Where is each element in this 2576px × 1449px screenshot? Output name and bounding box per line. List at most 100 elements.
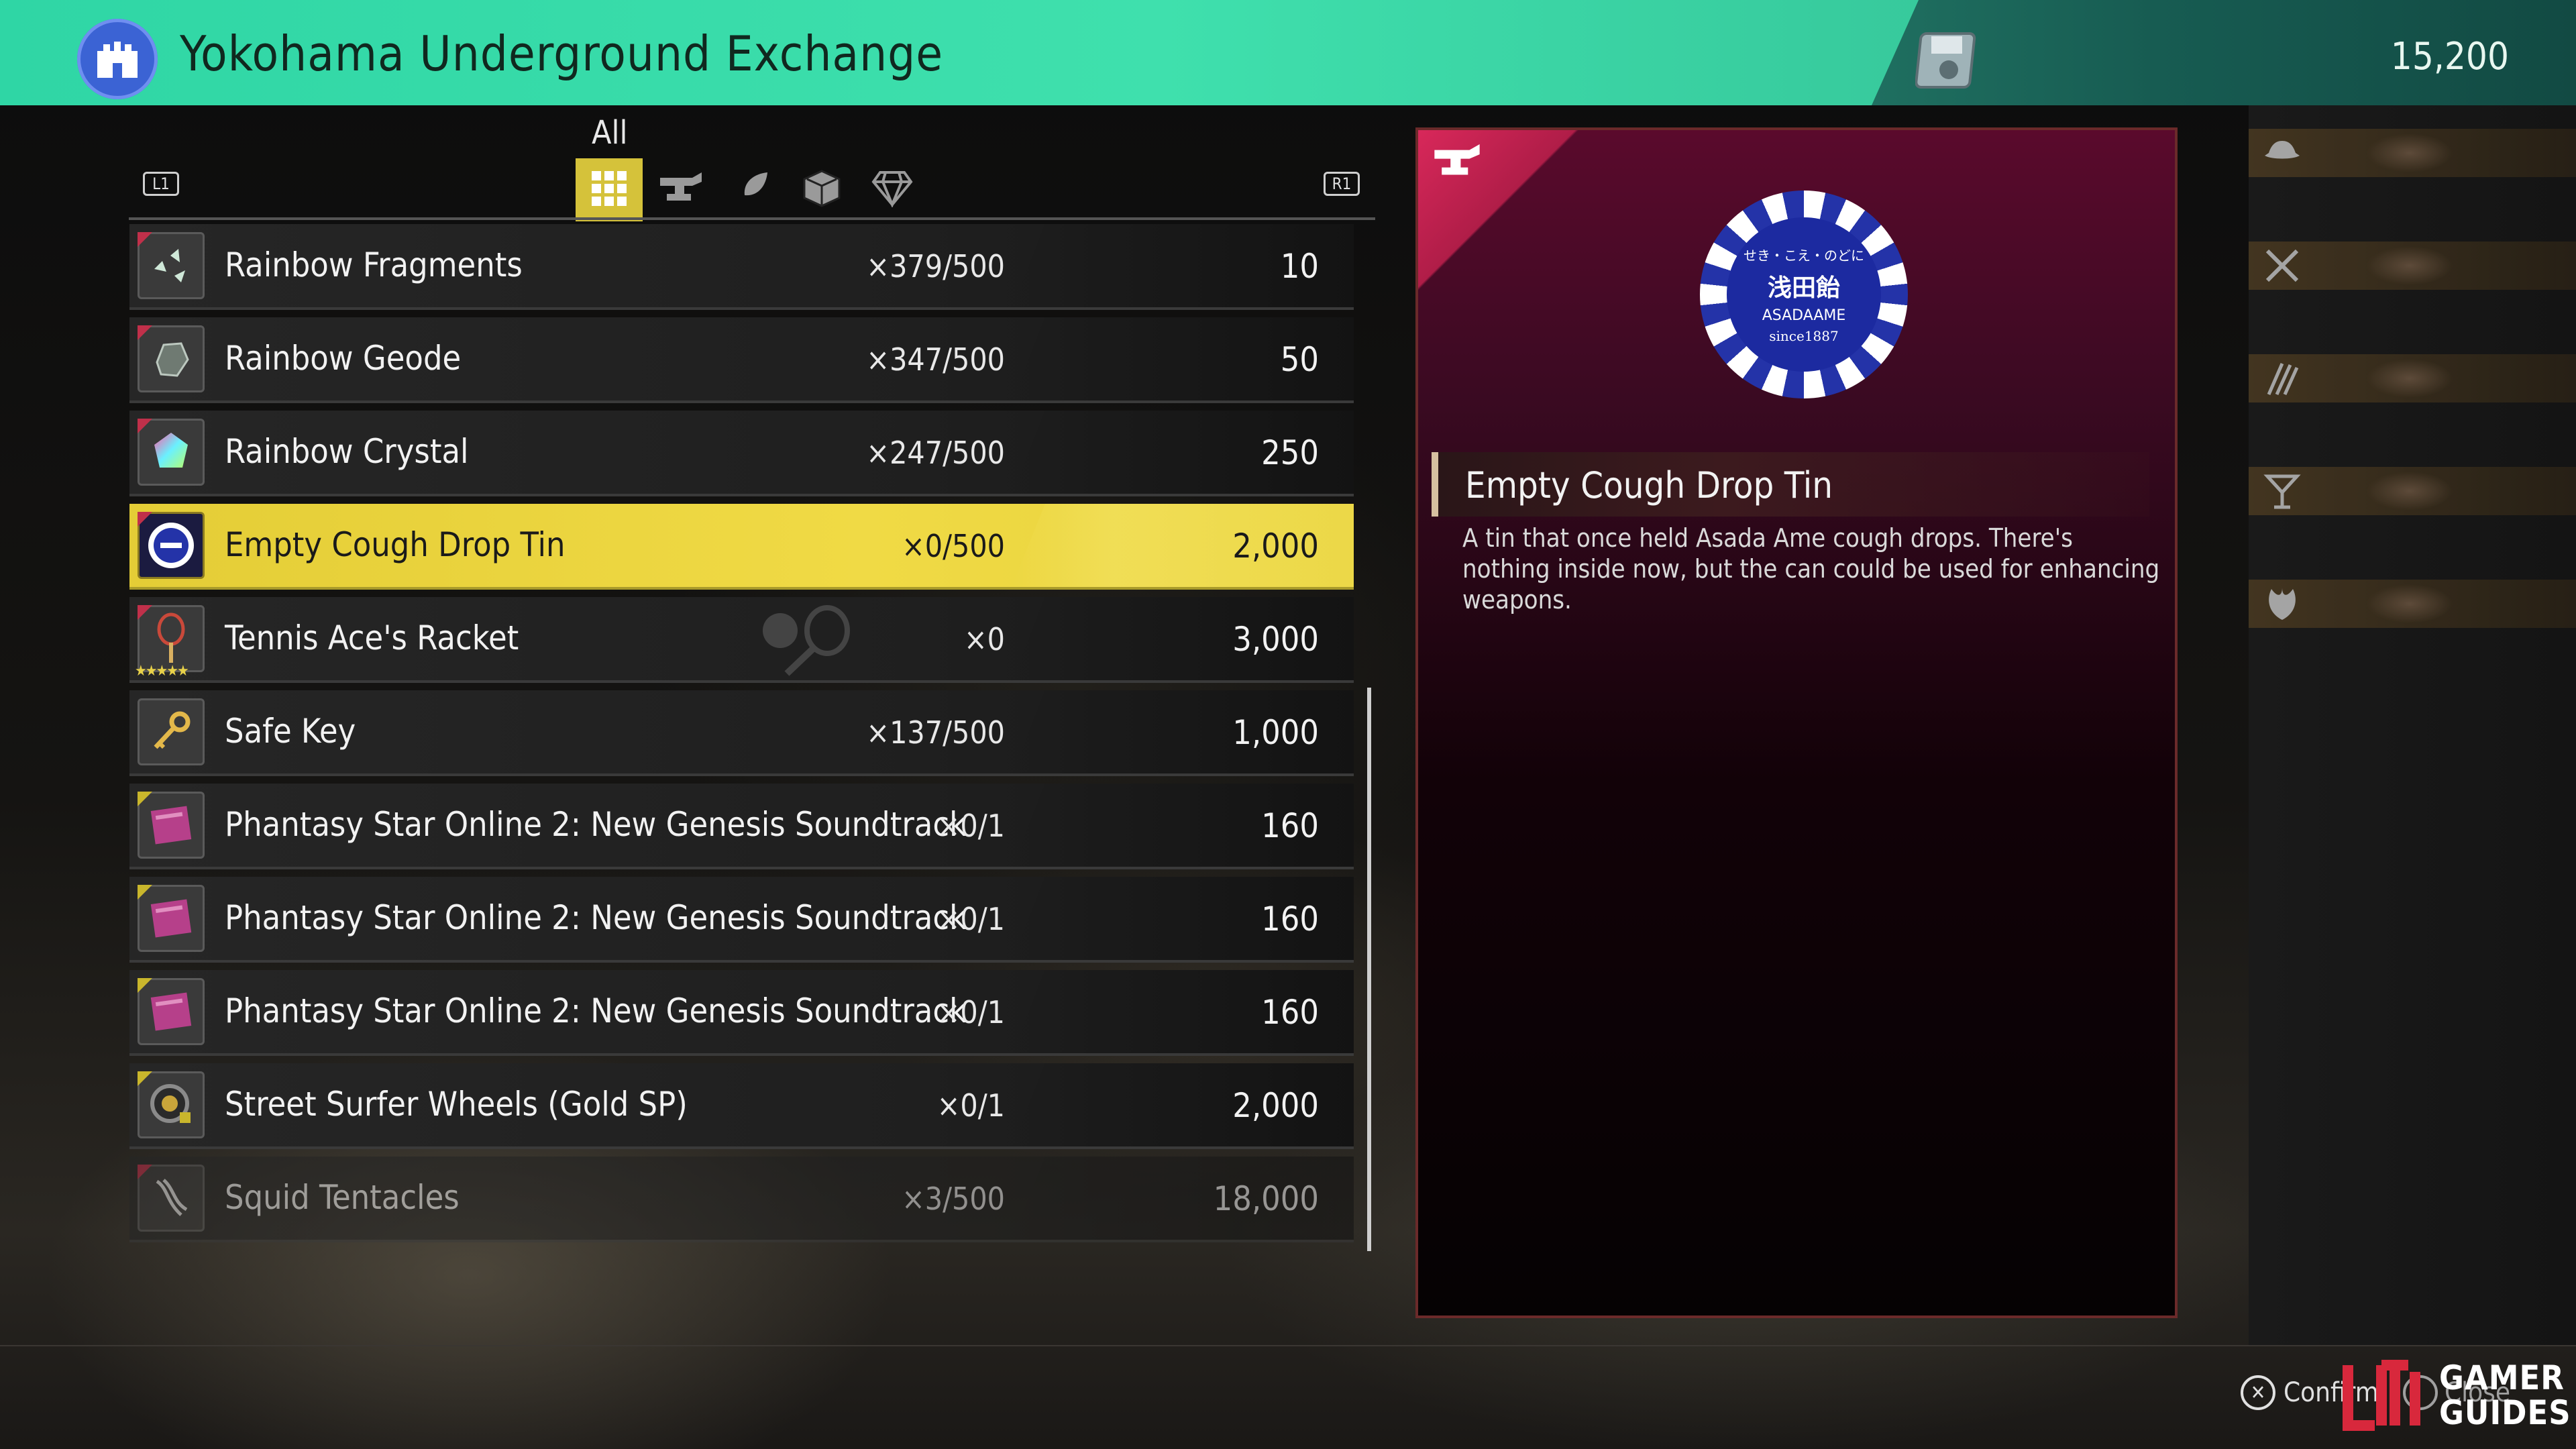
item-name: Phantasy Star Online 2: New Genesis Soun…: [225, 991, 967, 1030]
item-name: Rainbow Fragments: [225, 246, 523, 284]
item-price: 1,000: [1232, 713, 1319, 752]
item-quantity: ×137/500: [866, 714, 1005, 751]
item-name: Tennis Ace's Racket: [225, 619, 519, 657]
item-name: Rainbow Crystal: [225, 432, 469, 471]
item-quantity: ×0/1: [936, 901, 1005, 937]
box-icon: [802, 168, 842, 211]
header-bar: Yokohama Underground Exchange 15,200: [0, 0, 2576, 105]
cross-button-icon: ✕: [2241, 1375, 2275, 1410]
party-member-row[interactable]: [2249, 580, 2576, 628]
rarity-corner: [138, 978, 152, 993]
item-price: 160: [1261, 900, 1319, 938]
party-member-row[interactable]: [2249, 241, 2576, 290]
list-item[interactable]: Rainbow Fragments ×379/500 10: [129, 224, 1354, 310]
party-strip: [2249, 105, 2576, 1346]
grid-icon: [589, 168, 629, 211]
tab-materials[interactable]: [718, 158, 785, 221]
party-member-portrait: [2343, 129, 2477, 177]
tab-valuables[interactable]: [859, 158, 926, 221]
party-member-portrait: [2343, 241, 2477, 290]
page-title: Yokohama Underground Exchange: [180, 25, 944, 82]
item-price: 160: [1261, 993, 1319, 1032]
anvil-icon: [1432, 140, 1483, 186]
item-price: 3,000: [1232, 620, 1319, 659]
detail-title-bar: Empty Cough Drop Tin: [1432, 452, 2149, 517]
item-name: Street Surfer Wheels (Gold SP): [225, 1085, 688, 1124]
detail-title: Empty Cough Drop Tin: [1465, 464, 1833, 506]
item-price: 2,000: [1232, 1086, 1319, 1125]
item-quantity: ×0/1: [936, 808, 1005, 844]
watermark-text: GAMER GUIDES: [2439, 1358, 2571, 1432]
item-quantity: ×0/1: [936, 1087, 1005, 1124]
list-item[interactable]: ★★★★★ Tennis Ace's Racket ×0 3,000: [129, 597, 1354, 683]
rarity-corner: [138, 1071, 152, 1086]
tin-label-romaji: ASADAAME: [1762, 307, 1846, 324]
list-item[interactable]: Squid Tentacles ×3/500 18,000: [129, 1157, 1354, 1242]
list-scrollbar[interactable]: [1367, 688, 1371, 1251]
item-name: Squid Tentacles: [225, 1178, 460, 1217]
item-quantity: ×347/500: [866, 341, 1005, 378]
active-tab-label: All: [592, 114, 628, 152]
item-quantity: ×0: [963, 621, 1005, 657]
rarity-corner: [138, 325, 152, 340]
list-item[interactable]: Phantasy Star Online 2: New Genesis Soun…: [129, 877, 1354, 963]
tab-underline: [129, 217, 1375, 220]
rarity-corner: [138, 232, 152, 247]
list-item[interactable]: Rainbow Crystal ×247/500 250: [129, 411, 1354, 496]
rarity-corner: [138, 1165, 152, 1179]
leaf-icon: [2262, 584, 2302, 624]
save-icon: [1915, 27, 1982, 94]
list-item-selected[interactable]: Empty Cough Drop Tin ×0/500 2,000: [129, 504, 1354, 590]
tin-label-since: since1887: [1769, 328, 1839, 344]
party-member-portrait: [2343, 580, 2477, 628]
item-price: 10: [1280, 247, 1319, 286]
item-detail-panel: せき・こえ・のどに 浅田飴 ASADAAME since1887 Empty C…: [1415, 127, 2178, 1318]
rarity-corner: [138, 605, 152, 620]
party-member-portrait: [2343, 467, 2477, 515]
list-item[interactable]: Rainbow Geode ×347/500 50: [129, 317, 1354, 403]
item-name: Phantasy Star Online 2: New Genesis Soun…: [225, 805, 967, 844]
claw-icon: [2262, 358, 2302, 398]
item-quantity: ×0/500: [902, 528, 1005, 564]
item-price: 160: [1261, 806, 1319, 845]
list-item[interactable]: Safe Key ×137/500 1,000: [129, 690, 1354, 776]
gem-icon: [871, 170, 914, 210]
feather-icon: [731, 168, 771, 211]
item-price: 2,000: [1232, 527, 1319, 566]
party-member-row[interactable]: [2249, 129, 2576, 177]
rarity-corner: [138, 419, 152, 433]
tab-all[interactable]: [576, 158, 643, 221]
tab-enhancement[interactable]: [647, 158, 714, 221]
list-item[interactable]: Street Surfer Wheels (Gold SP) ×0/1 2,00…: [129, 1063, 1354, 1149]
item-name: Empty Cough Drop Tin: [225, 525, 566, 564]
cough-drop-tin-image: せき・こえ・のどに 浅田飴 ASADAAME since1887: [1700, 191, 1908, 398]
item-quantity: ×247/500: [866, 435, 1005, 471]
key-icon: [138, 698, 205, 765]
party-member-portrait: [2343, 354, 2477, 402]
castle-icon: [77, 19, 158, 99]
l1-button-hint[interactable]: L1: [143, 172, 179, 196]
item-quantity: ×379/500: [866, 248, 1005, 284]
item-name: Safe Key: [225, 712, 356, 751]
list-item[interactable]: Phantasy Star Online 2: New Genesis Soun…: [129, 784, 1354, 869]
tennis-racket-watermark-icon: [753, 604, 861, 680]
rarity-corner: [138, 792, 152, 806]
rating-stars: ★★★★★: [135, 663, 189, 680]
item-price: 250: [1261, 433, 1319, 472]
r1-button-hint[interactable]: R1: [1324, 172, 1360, 196]
item-quantity: ×0/1: [936, 994, 1005, 1030]
crossed-tools-icon: [2262, 246, 2302, 286]
item-name: Rainbow Geode: [225, 339, 462, 378]
money-counter: 15,200: [2390, 35, 2509, 78]
tab-items[interactable]: [788, 158, 855, 221]
item-name: Phantasy Star Online 2: New Genesis Soun…: [225, 898, 967, 937]
tin-label-line1: せき・こえ・のどに: [1743, 248, 1864, 264]
party-member-row[interactable]: [2249, 467, 2576, 515]
anvil-icon: [657, 168, 704, 211]
item-price: 18,000: [1213, 1179, 1319, 1218]
list-item[interactable]: Phantasy Star Online 2: New Genesis Soun…: [129, 970, 1354, 1056]
tin-label-brand: 浅田飴: [1767, 274, 1840, 302]
party-member-row[interactable]: [2249, 354, 2576, 402]
cowboy-hat-icon: [2262, 133, 2302, 173]
item-price: 50: [1280, 340, 1319, 379]
